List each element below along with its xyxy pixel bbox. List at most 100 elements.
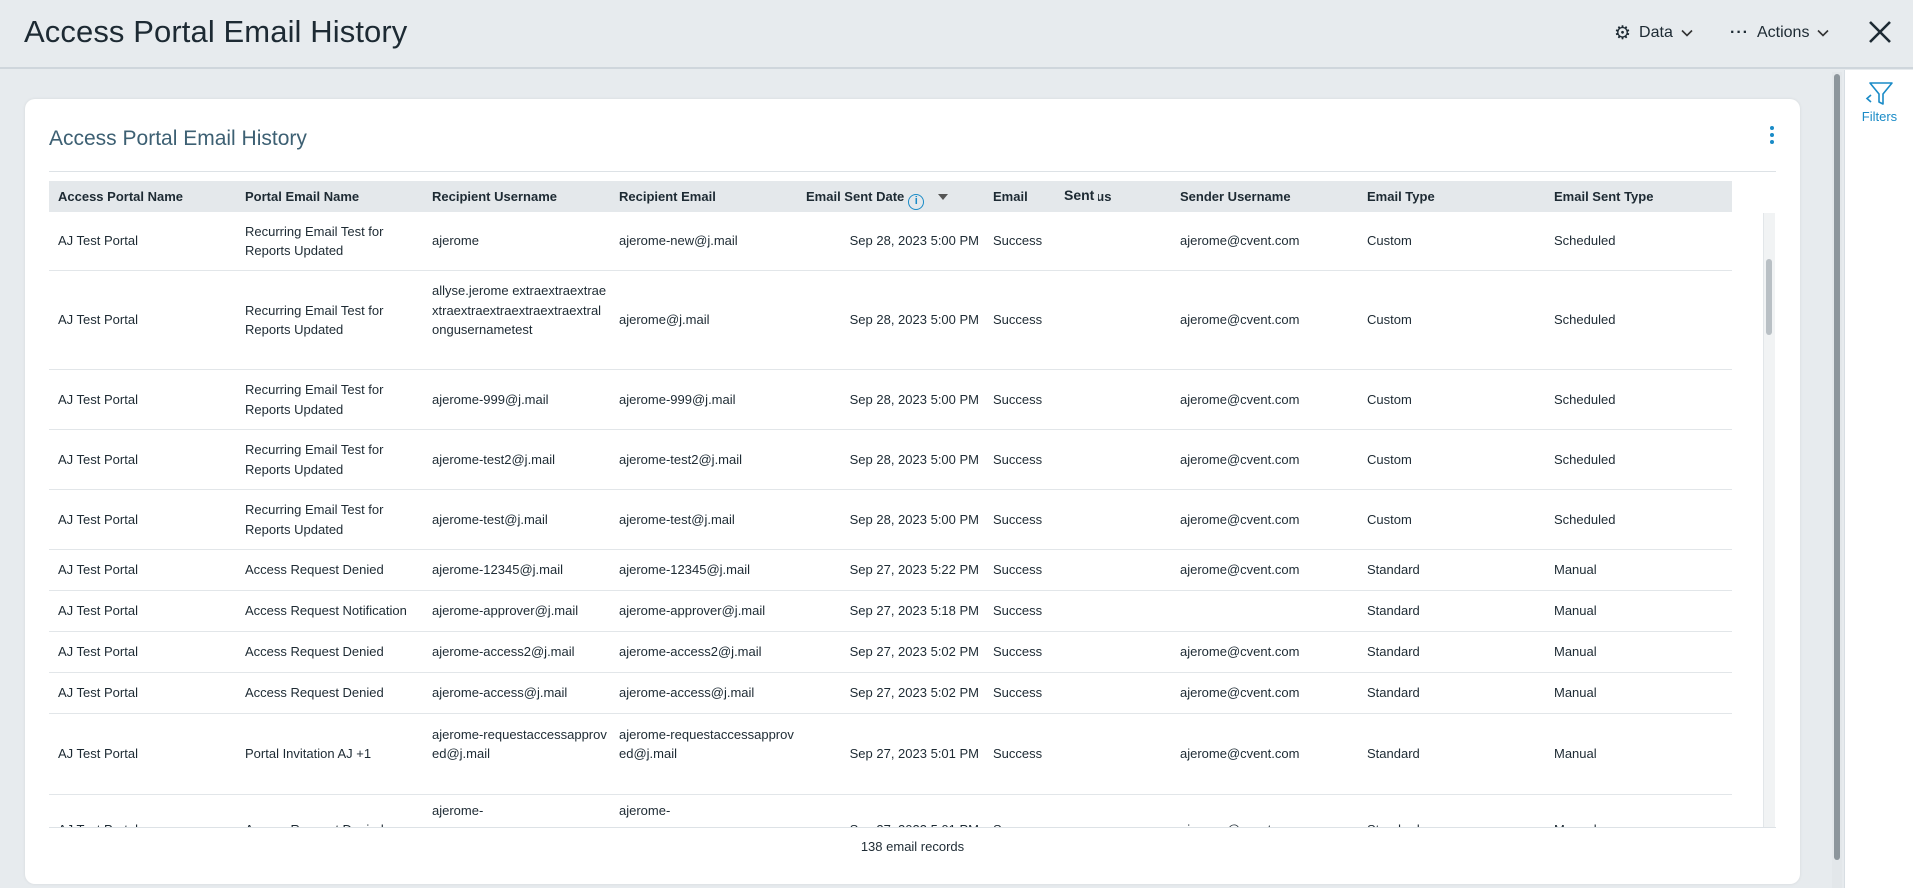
cell-access-portal-name: AJ Test Portal (58, 562, 138, 578)
cell-portal-email-name: Recurring Email Test for Reports Updated (245, 502, 384, 537)
cell-email-sent-date: Sep 28, 2023 5:00 PM (849, 391, 979, 407)
col-email-sent-date[interactable]: Email Sent Date i (806, 181, 949, 212)
cell-email-type: Standard (1367, 603, 1420, 619)
cell-email-sent-status: Success (993, 820, 1168, 827)
col-recipient-email[interactable]: Recipient Email (619, 181, 716, 212)
cell-recipient-username: ajerome- (432, 803, 484, 818)
cell-email-sent-status: Success (993, 312, 1043, 328)
cell-email-sent-status: Success (993, 511, 1043, 527)
col-recipient-username[interactable]: Recipient Username (432, 181, 557, 212)
cell-portal-email-name: Portal Invitation AJ +1 (245, 746, 372, 762)
cell-email-sent-type: Scheduled (1554, 391, 1616, 407)
cell-email-sent-status: Success (993, 685, 1043, 701)
actions-menu-label: Actions (1756, 24, 1810, 41)
cell-access-portal-name: AJ Test Portal (58, 312, 138, 328)
col-access-portal-name[interactable]: Access Portal Name (58, 181, 183, 212)
top-bar: Access Portal Email History ⚙ Data ··· A… (0, 0, 1913, 69)
cell-email-sent-status: Success (993, 746, 1043, 762)
cell-email-sent-date: Sep 27, 2023 5:02 PM (849, 685, 979, 701)
col-email-sent-date-label: Email Sent Date (806, 189, 905, 204)
table-row[interactable]: AJ Test Portal Recurring Email Test for R… (49, 212, 1732, 271)
cell-portal-email-name: Access Request Notification (245, 603, 407, 619)
cell-email-sent-type: Scheduled (1554, 511, 1616, 527)
info-icon[interactable]: i (908, 194, 925, 210)
cell-email-sent-status: Success (993, 391, 1043, 407)
filters-button[interactable]: Filters (1845, 76, 1913, 132)
data-menu-button[interactable]: ⚙ Data (1614, 20, 1693, 46)
cell-recipient-email: ajerome-test2@j.mail (619, 451, 743, 467)
cell-email-sent-type: Scheduled (1554, 233, 1616, 249)
cell-email-sent-type: Scheduled (1554, 312, 1616, 328)
table-row[interactable]: AJ Test Portal Access Request Denied ajero… (49, 795, 1732, 827)
cell-sender-username: ajerome@cvent.com (1180, 820, 1360, 827)
table-header: Access Portal Name Portal Email Name Rec… (49, 181, 1732, 212)
table-row[interactable]: AJ Test Portal Recurring Email Test for R… (49, 430, 1732, 490)
close-button[interactable] (1864, 16, 1896, 48)
cell-recipient-email: ajerome-access2@j.mail (619, 644, 762, 660)
cell-portal-email-name: Recurring Email Test for Reports Updated (245, 223, 384, 259)
cell-email-type: Standard (1367, 685, 1420, 701)
actions-menu-button[interactable]: ··· Actions (1730, 20, 1830, 46)
cell-email-type: Custom (1367, 511, 1412, 527)
cell-email-sent-date: Sep 28, 2023 5:00 PM (849, 511, 979, 527)
cell-recipient-email: ajerome- (619, 803, 671, 818)
filter-icon (1865, 82, 1893, 105)
table-row[interactable]: AJ Test Portal Access Request Notificatio… (49, 591, 1732, 632)
filters-label: Filters (1861, 109, 1898, 124)
cell-recipient-username: ajerome-999@j.mail (432, 391, 549, 407)
col-email-sent-type[interactable]: Email Sent Type (1554, 181, 1653, 212)
cell-access-portal-name: AJ Test Portal (58, 603, 138, 619)
divider (49, 827, 1776, 828)
table-scrollbar-thumb[interactable] (1766, 259, 1772, 335)
cell-recipient-email: ajerome-access@j.mail (619, 685, 755, 701)
cell-email-sent-date: Sep 27, 2023 5:18 PM (849, 603, 979, 619)
cell-email-sent-status: Success (993, 644, 1043, 660)
cell-access-portal-name: AJ Test Portal (58, 451, 138, 467)
cell-sender-username: ajerome@cvent.com (1180, 312, 1300, 328)
cell-email-sent-status: Success (993, 603, 1043, 619)
sort-desc-icon[interactable] (938, 194, 949, 200)
cell-recipient-email: ajerome-approver@j.mail (619, 603, 766, 619)
cell-access-portal-name: AJ Test Portal (58, 391, 138, 407)
cell-portal-email-name: Recurring Email Test for Reports Updated (245, 302, 384, 338)
cell-portal-email-name: Access Request Denied (245, 562, 384, 578)
table-row[interactable]: AJ Test Portal Access Request Denied ajero… (49, 673, 1732, 714)
cell-email-sent-type: Manual (1554, 562, 1597, 578)
cell-portal-email-name: Access Request Denied (245, 685, 384, 701)
cell-email-sent-type: Manual (1554, 644, 1597, 660)
page-title: Access Portal Email History (24, 14, 408, 49)
cell-recipient-email: ajerome-requestaccessapproved@j.mail (619, 726, 794, 762)
table-row[interactable]: AJ Test Portal Portal Invitation AJ +1 aje… (49, 714, 1732, 795)
page-scrollbar-thumb[interactable] (1834, 74, 1840, 860)
cell-recipient-username: ajerome (432, 233, 479, 249)
cell-email-sent-type: Manual (1554, 746, 1597, 762)
table-row[interactable]: AJ Test Portal Recurring Email Test for R… (49, 271, 1732, 370)
table-row[interactable]: AJ Test Portal Access Request Denied ajero… (49, 632, 1732, 673)
email-history-card: Access Portal Email History Access Porta… (25, 99, 1800, 884)
close-icon (1869, 21, 1891, 43)
table-row[interactable]: AJ Test Portal Recurring Email Test for R… (49, 490, 1732, 550)
cell-sender-username: ajerome@cvent.com (1180, 562, 1300, 578)
cell-sender-username: ajerome@cvent.com (1180, 644, 1300, 660)
cell-email-type: Custom (1367, 391, 1412, 407)
table-row[interactable]: AJ Test Portal Access Request Denied ajero… (49, 550, 1732, 591)
col-portal-email-name[interactable]: Portal Email Name (245, 181, 359, 212)
cell-email-type: Standard (1367, 746, 1420, 762)
cell-email-sent-date: Sep 28, 2023 5:00 PM (849, 312, 979, 328)
cell-portal-email-name: Access Request Denied (245, 820, 415, 827)
cell-recipient-username: ajerome-12345@j.mail (432, 562, 563, 578)
cell-email-sent-date: Sep 27, 2023 5:22 PM (849, 562, 979, 578)
cell-recipient-username: allyse.jerome extraextraextraextraextrae… (432, 283, 607, 337)
col-sender-username[interactable]: Sender Username (1180, 181, 1291, 212)
col-email-type[interactable]: Email Type (1367, 181, 1435, 212)
cell-email-type: Custom (1367, 312, 1412, 328)
cell-sender-username: ajerome@cvent.com (1180, 511, 1300, 527)
kebab-icon[interactable] (1765, 123, 1779, 149)
cell-recipient-username: ajerome-test2@j.mail (432, 451, 556, 467)
card-title: Access Portal Email History (49, 127, 307, 150)
table-row[interactable]: AJ Test Portal Recurring Email Test for R… (49, 370, 1732, 430)
cell-recipient-email: ajerome-new@j.mail (619, 233, 738, 249)
cell-portal-email-name: Recurring Email Test for Reports Updated (245, 442, 384, 477)
cell-email-sent-status: Success (993, 562, 1043, 578)
cell-email-sent-status: Success (993, 233, 1043, 249)
